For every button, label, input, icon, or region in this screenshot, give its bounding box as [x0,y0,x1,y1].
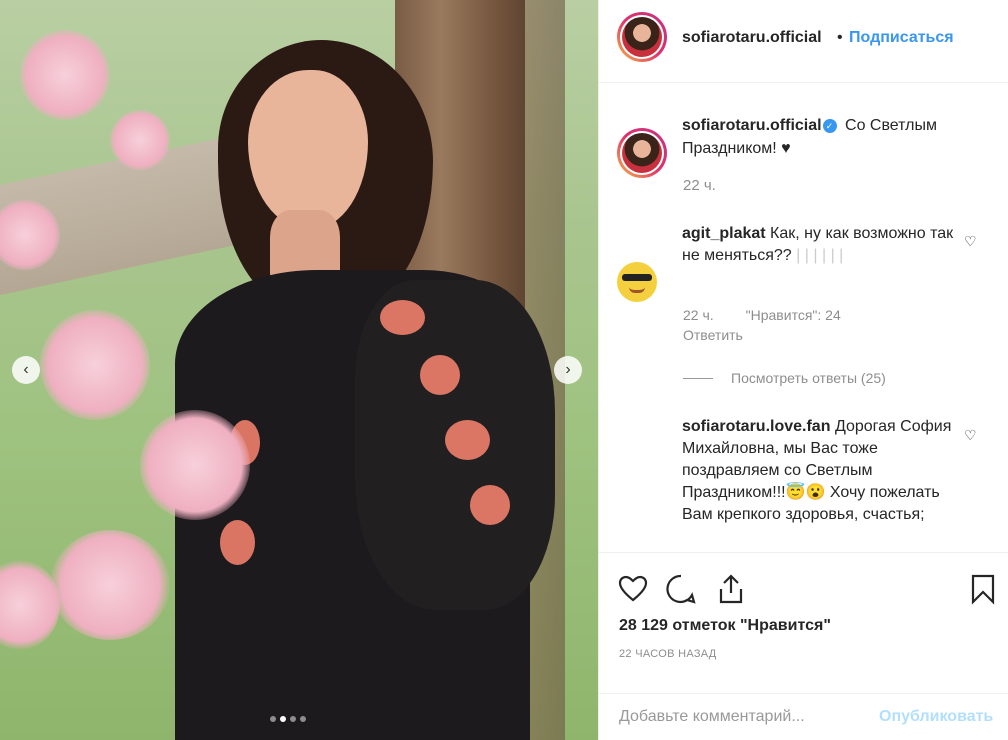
view-replies-label: Посмотреть ответы (25) [731,370,886,386]
carousel-dot [300,716,306,722]
comment-bubble-icon [666,574,696,604]
follow-button[interactable]: Подписаться [849,29,954,47]
comment-likes[interactable]: "Нравится": 24 [746,307,841,323]
share-button[interactable] [715,573,747,605]
comment-username[interactable]: sofiarotaru.love.fan [682,418,830,435]
comment-time[interactable]: 22 ч. [683,307,714,323]
comment-like-heart-icon[interactable]: ♡ [964,428,978,442]
instagram-post-modal: ‹ › sofiarotaru.official • Подписаться s… [0,0,1008,740]
post-header: sofiarotaru.official • Подписаться [599,0,1008,83]
save-button[interactable] [967,573,999,605]
view-replies-button[interactable]: Посмотреть ответы (25) [683,370,886,386]
comment-input[interactable]: Добавьте комментарий... [619,708,859,726]
bookmark-icon [971,574,995,605]
verified-badge-icon: ✓ [822,119,837,133]
comment-item: sofiarotaru.love.fan Дорогая София Михай… [682,416,967,526]
carousel-dot-active [280,716,286,722]
reply-button[interactable]: Ответить [683,327,743,343]
heart-icon [618,575,648,602]
previous-photo-button[interactable]: ‹ [12,356,40,384]
replies-divider [683,377,713,379]
chevron-right-icon: › [565,361,571,378]
add-comment-bar: Добавьте комментарий... Опубликовать [599,693,1008,740]
comment-faded-marks: | | | | | | [796,247,844,264]
comment-button[interactable] [665,573,697,605]
carousel-indicator [270,716,306,722]
comment-item: agit_plakat Как, ну как возможно так не … [682,223,967,267]
post-actions: 28 129 отметок "Нравится" 22 ЧАСОВ НАЗАД… [599,552,1008,740]
header-username[interactable]: sofiarotaru.official [682,29,822,47]
comment-username[interactable]: agit_plakat [682,225,766,242]
comment-avatar[interactable] [617,262,657,302]
post-details-panel: sofiarotaru.official • Подписаться sofia… [598,0,1008,740]
caption-time[interactable]: 22 ч. [683,177,716,194]
carousel-dot [290,716,296,722]
next-photo-button[interactable]: › [554,356,582,384]
separator-dot: • [837,29,843,46]
post-timestamp[interactable]: 22 ЧАСОВ НАЗАД [619,648,717,660]
carousel-dot [270,716,276,722]
caption-text-block: sofiarotaru.official ✓ Со Светлым Праздни… [682,114,982,160]
comment-meta: 22 ч. "Нравится": 24 [683,307,841,323]
share-icon [719,574,743,604]
caption-username[interactable]: sofiarotaru.official [682,117,822,134]
chevron-left-icon: ‹ [23,361,29,378]
comment-like-heart-icon[interactable]: ♡ [964,234,978,248]
post-comment-button[interactable]: Опубликовать [879,708,993,726]
post-photo[interactable]: ‹ › [0,0,598,740]
caption-avatar[interactable] [617,128,667,178]
likes-count[interactable]: 28 129 отметок "Нравится" [619,617,831,635]
like-button[interactable] [617,573,649,605]
avatar[interactable] [617,12,667,62]
